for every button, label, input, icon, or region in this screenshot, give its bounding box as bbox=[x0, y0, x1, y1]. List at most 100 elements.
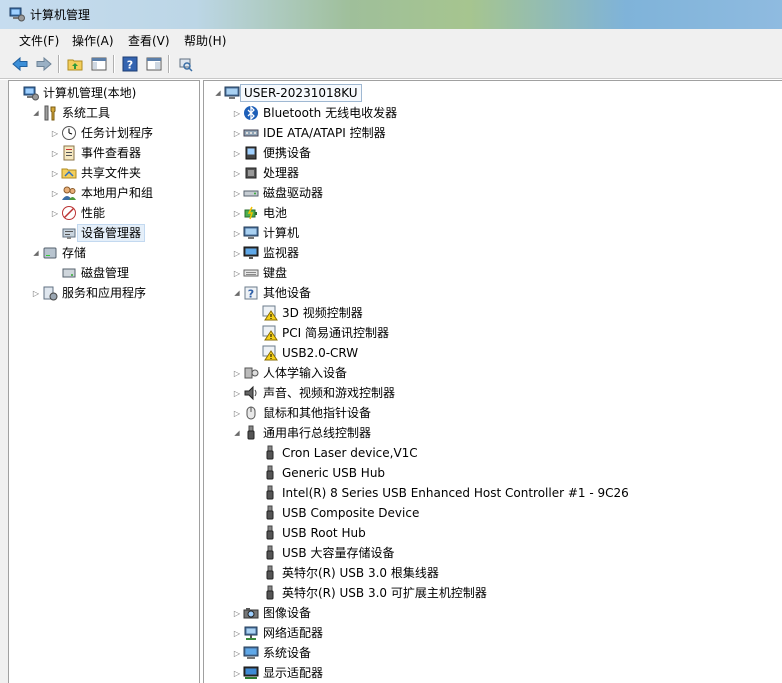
device-tree-item-2[interactable]: ▷ IDE ATA/ATAPI 控制器 bbox=[231, 123, 386, 143]
collapsed-arrow-icon[interactable]: ▷ bbox=[231, 183, 243, 203]
collapsed-arrow-icon[interactable]: ▷ bbox=[231, 383, 243, 403]
ide-controller-icon bbox=[243, 125, 259, 141]
device-tree-item-1[interactable]: ▷ Bluetooth 无线电收发器 bbox=[231, 103, 397, 123]
collapsed-arrow-icon[interactable]: ▷ bbox=[49, 183, 61, 203]
collapsed-arrow-icon[interactable]: ▷ bbox=[231, 263, 243, 283]
warning-device-icon bbox=[262, 345, 278, 361]
device-tree-item-19[interactable]: Generic USB Hub bbox=[250, 463, 385, 483]
device-tree-item-26[interactable]: ▷ 图像设备 bbox=[231, 603, 311, 623]
device-tree-item-27[interactable]: ▷ 网络适配器 bbox=[231, 623, 323, 643]
device-tree-item-22[interactable]: USB Root Hub bbox=[250, 523, 366, 543]
collapsed-arrow-icon[interactable]: ▷ bbox=[231, 223, 243, 243]
device-tree-label: 磁盘驱动器 bbox=[263, 186, 324, 200]
menu-help[interactable]: 帮助(H) bbox=[184, 32, 226, 49]
device-tree-item-28[interactable]: ▷ 系统设备 bbox=[231, 643, 311, 663]
device-tree-item-13[interactable]: USB2.0-CRW bbox=[250, 343, 358, 363]
speaker-icon bbox=[243, 385, 259, 401]
expanded-arrow-icon[interactable]: ◢ bbox=[30, 243, 42, 263]
collapsed-arrow-icon[interactable]: ▷ bbox=[231, 203, 243, 223]
device-tree-item-17[interactable]: ◢ 通用串行总线控制器 bbox=[231, 423, 371, 443]
device-tree-item-24[interactable]: 英特尔(R) USB 3.0 根集线器 bbox=[250, 563, 439, 583]
svg-text:?: ? bbox=[248, 288, 254, 301]
scan-hardware-icon[interactable] bbox=[175, 54, 195, 74]
device-tree-item-16[interactable]: ▷ 鼠标和其他指针设备 bbox=[231, 403, 371, 423]
menu-file[interactable]: 文件(F) bbox=[19, 32, 59, 49]
device-tree-item-20[interactable]: Intel(R) 8 Series USB Enhanced Host Cont… bbox=[250, 483, 629, 503]
nav-tree-item-0[interactable]: 计算机管理(本地) bbox=[11, 83, 136, 103]
unknown-device-icon: ? bbox=[243, 285, 259, 301]
expanded-arrow-icon[interactable]: ◢ bbox=[212, 83, 224, 103]
help-icon[interactable]: ? bbox=[120, 54, 140, 74]
collapsed-arrow-icon[interactable]: ▷ bbox=[231, 603, 243, 623]
nav-tree-item-7[interactable]: 设备管理器 bbox=[49, 223, 146, 243]
usb-icon bbox=[262, 545, 278, 561]
event-log-icon bbox=[61, 145, 77, 161]
computer-icon bbox=[224, 85, 240, 101]
device-tree-item-5[interactable]: ▷ 磁盘驱动器 bbox=[231, 183, 323, 203]
collapsed-arrow-icon[interactable]: ▷ bbox=[49, 163, 61, 183]
nav-tree-item-8[interactable]: ◢ 存储 bbox=[30, 243, 86, 263]
expanded-arrow-icon[interactable]: ◢ bbox=[30, 103, 42, 123]
device-tree-item-7[interactable]: ▷ 计算机 bbox=[231, 223, 299, 243]
collapsed-arrow-icon[interactable]: ▷ bbox=[231, 143, 243, 163]
nav-tree-item-1[interactable]: ◢ 系统工具 bbox=[30, 103, 110, 123]
collapsed-arrow-icon[interactable]: ▷ bbox=[231, 363, 243, 383]
title-bar[interactable]: 计算机管理 bbox=[0, 0, 782, 30]
device-tree-label: Intel(R) 8 Series USB Enhanced Host Cont… bbox=[282, 486, 629, 500]
device-tree-item-9[interactable]: ▷ 键盘 bbox=[231, 263, 287, 283]
nav-tree-item-10[interactable]: ▷ 服务和应用程序 bbox=[30, 283, 146, 303]
device-tree-pane[interactable]: ◢ USER-20231018KU ▷ Bluetooth 无线电收发器 ▷ IDE AT… bbox=[203, 80, 782, 683]
device-tree-item-4[interactable]: ▷ 处理器 bbox=[231, 163, 299, 183]
computer-icon bbox=[243, 225, 259, 241]
collapsed-arrow-icon[interactable]: ▷ bbox=[231, 663, 243, 683]
menu-view[interactable]: 查看(V) bbox=[128, 32, 170, 49]
nav-tree-item-5[interactable]: ▷ 本地用户和组 bbox=[49, 183, 153, 203]
nav-tree-item-3[interactable]: ▷ 事件查看器 bbox=[49, 143, 141, 163]
device-tree-item-14[interactable]: ▷ 人体学输入设备 bbox=[231, 363, 347, 383]
device-tree-item-11[interactable]: 3D 视频控制器 bbox=[250, 303, 363, 323]
nav-tree-item-2[interactable]: ▷ 任务计划程序 bbox=[49, 123, 153, 143]
navigation-tree-pane[interactable]: 计算机管理(本地) ◢ 系统工具 ▷ 任务计划程序 ▷ 事件查看器 ▷ 共享文件夹 ▷ 本地用户和组… bbox=[8, 80, 200, 683]
expanded-arrow-icon[interactable]: ◢ bbox=[231, 283, 243, 303]
device-tree-item-18[interactable]: Cron Laser device,V1C bbox=[250, 443, 418, 463]
nav-tree-label: 计算机管理(本地) bbox=[43, 86, 137, 100]
device-tree-item-12[interactable]: PCI 简易通讯控制器 bbox=[250, 323, 389, 343]
up-folder-icon[interactable] bbox=[65, 54, 85, 74]
collapsed-arrow-icon[interactable]: ▷ bbox=[49, 123, 61, 143]
collapsed-arrow-icon[interactable]: ▷ bbox=[231, 103, 243, 123]
users-icon bbox=[61, 185, 77, 201]
device-tree-item-21[interactable]: USB Composite Device bbox=[250, 503, 419, 523]
properties-icon[interactable] bbox=[144, 54, 164, 74]
nav-tree-item-6[interactable]: ▷ 性能 bbox=[49, 203, 105, 223]
collapsed-arrow-icon[interactable]: ▷ bbox=[231, 243, 243, 263]
nav-tree-item-4[interactable]: ▷ 共享文件夹 bbox=[49, 163, 141, 183]
collapsed-arrow-icon[interactable]: ▷ bbox=[30, 283, 42, 303]
nav-tree-item-9[interactable]: 磁盘管理 bbox=[49, 263, 129, 283]
collapsed-arrow-icon[interactable]: ▷ bbox=[231, 643, 243, 663]
collapsed-arrow-icon[interactable]: ▷ bbox=[49, 203, 61, 223]
device-tree-item-8[interactable]: ▷ 监视器 bbox=[231, 243, 299, 263]
forward-arrow-icon[interactable] bbox=[34, 54, 54, 74]
device-tree-item-10[interactable]: ◢? 其他设备 bbox=[231, 283, 311, 303]
collapsed-arrow-icon[interactable]: ▷ bbox=[49, 143, 61, 163]
device-tree-item-29[interactable]: ▷ 显示适配器 bbox=[231, 663, 323, 683]
mouse-icon bbox=[243, 405, 259, 421]
expanded-arrow-icon[interactable]: ◢ bbox=[231, 423, 243, 443]
bluetooth-icon bbox=[243, 105, 259, 121]
collapsed-arrow-icon[interactable]: ▷ bbox=[231, 623, 243, 643]
device-tree-item-15[interactable]: ▷ 声音、视频和游戏控制器 bbox=[231, 383, 395, 403]
storage-icon bbox=[42, 245, 58, 261]
collapsed-arrow-icon[interactable]: ▷ bbox=[231, 123, 243, 143]
performance-icon bbox=[61, 205, 77, 221]
device-tree-item-0[interactable]: ◢ USER-20231018KU bbox=[212, 83, 362, 103]
collapsed-arrow-icon[interactable]: ▷ bbox=[231, 403, 243, 423]
device-tree-item-3[interactable]: ▷ 便携设备 bbox=[231, 143, 311, 163]
device-tree-item-25[interactable]: 英特尔(R) USB 3.0 可扩展主机控制器 bbox=[250, 583, 487, 603]
back-arrow-icon[interactable] bbox=[10, 54, 30, 74]
show-hide-tree-icon[interactable] bbox=[89, 54, 109, 74]
device-tree-item-23[interactable]: USB 大容量存储设备 bbox=[250, 543, 394, 563]
collapsed-arrow-icon[interactable]: ▷ bbox=[231, 163, 243, 183]
device-tree-item-6[interactable]: ▷ 电池 bbox=[231, 203, 287, 223]
menu-action[interactable]: 操作(A) bbox=[72, 32, 114, 49]
